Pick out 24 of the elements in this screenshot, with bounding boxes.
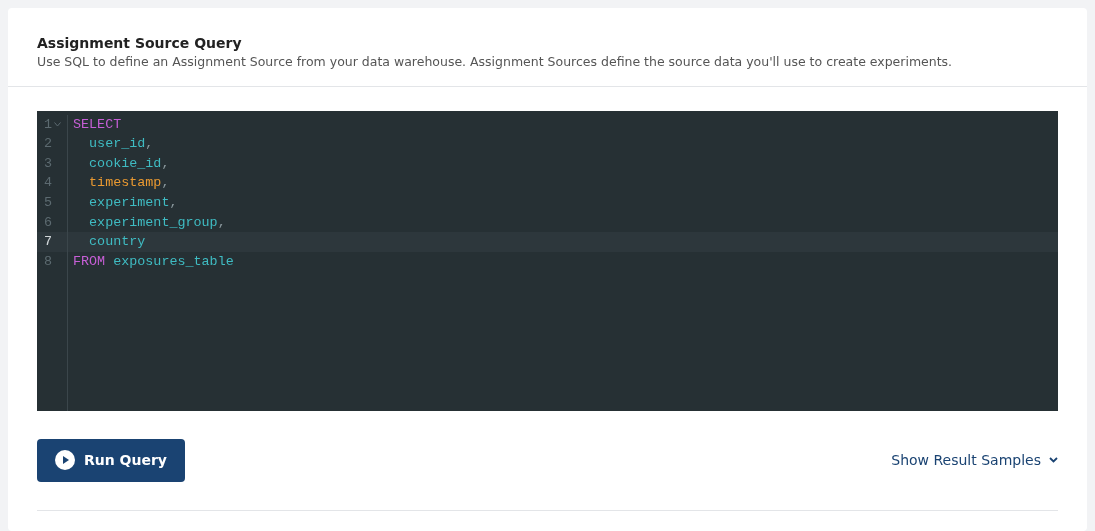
section-title: Assignment Source Query [37, 35, 243, 52]
line-number: 8 [44, 252, 53, 271]
line-number: 2 [44, 135, 53, 154]
code-line: experiment, [88, 194, 178, 210]
line-number: 1 [44, 115, 53, 134]
section-description: Use SQL to define an Assignment Source from your data warehouse. Assignment Sources define the source data you'll use to create experiments. [37, 52, 954, 71]
line-number: 3 [44, 154, 53, 173]
fold-caret-icon[interactable] [54, 121, 62, 127]
code-line: country [88, 234, 146, 250]
show-result-samples-link[interactable]: Show Result Samples [891, 449, 1058, 471]
code-editor[interactable]: 1 2 3 4 5 6 7 8 SELECT user_id, cookie_id, timestamp, experiment, experiment_group, country FROM exposures_table [37, 110, 1058, 411]
code-line: timestamp, [88, 175, 170, 191]
code-line: FROM exposures_table [73, 253, 234, 269]
code-line: user_id, [88, 136, 154, 152]
play-icon [55, 450, 75, 471]
code-line: SELECT [73, 116, 122, 132]
run-query-button[interactable]: Run Query [37, 438, 185, 482]
line-number: 5 [44, 193, 53, 212]
line-number: 6 [44, 213, 53, 232]
code-line: cookie_id, [88, 155, 170, 171]
line-number: 7 [44, 233, 53, 252]
chevron-down-icon [1049, 457, 1058, 464]
code-line: experiment_group, [88, 214, 226, 230]
line-number: 4 [44, 174, 53, 193]
